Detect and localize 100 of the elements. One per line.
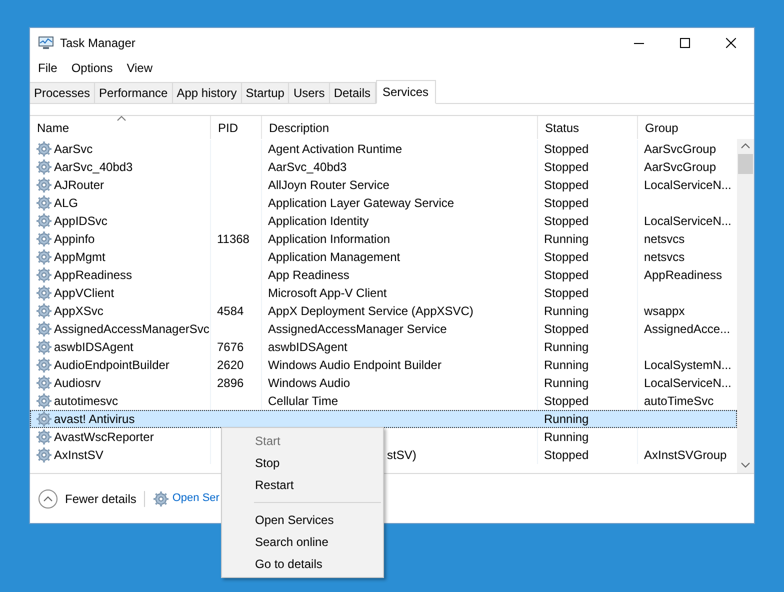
table-row[interactable]: AJRouter AllJoyn Router Service Stopped LocalServiceN... bbox=[30, 176, 737, 194]
table-row[interactable]: AppReadiness App Readiness Stopped AppReadiness bbox=[30, 266, 737, 284]
table-cell-text: ALG bbox=[54, 195, 78, 212]
gear-icon bbox=[36, 321, 52, 337]
table-cell-text: 4584 bbox=[217, 303, 244, 320]
menu-item[interactable]: Restart bbox=[222, 474, 383, 496]
table-row[interactable]: AppVClient Microsoft App-V Client Stopped bbox=[30, 284, 737, 302]
window-title: Task Manager bbox=[60, 34, 136, 52]
table-cell-text: Running bbox=[544, 339, 589, 356]
tab[interactable]: App history bbox=[172, 82, 242, 103]
scrollbar[interactable] bbox=[737, 139, 754, 473]
table-row[interactable]: AarSvc Agent Activation Runtime Stopped AarSvcGroup bbox=[30, 140, 737, 158]
column-header[interactable]: PID bbox=[218, 118, 238, 136]
table-cell-text: autoTimeSvc bbox=[644, 393, 714, 410]
table-cell-text: AssignedAccessManager Service bbox=[268, 321, 447, 338]
menu-item[interactable]: Options bbox=[64, 58, 120, 76]
menu-item[interactable]: View bbox=[120, 58, 160, 76]
table-cell-text: AppMgmt bbox=[54, 249, 106, 266]
table-cell-text: 2620 bbox=[217, 357, 244, 374]
table-row[interactable]: AarSvc_40bd3 AarSvc_40bd3 Stopped AarSvcGroup bbox=[30, 158, 737, 176]
scroll-down-icon[interactable] bbox=[741, 462, 750, 468]
table-cell-text: avast! Antivirus bbox=[54, 411, 135, 428]
gear-icon bbox=[36, 267, 52, 283]
table-row[interactable]: aswbIDSAgent 7676 aswbIDSAgent Running bbox=[30, 338, 737, 356]
table-cell-text: Stopped bbox=[544, 267, 589, 284]
table-cell-text: Running bbox=[544, 231, 589, 248]
table-cell-text: Stopped bbox=[544, 159, 589, 176]
table-cell-text: AarSvc bbox=[54, 141, 93, 158]
menu-item[interactable]: Open Services bbox=[222, 509, 383, 531]
gear-icon bbox=[36, 249, 52, 265]
menu-item[interactable]: Stop bbox=[222, 452, 383, 474]
table-cell-text: AudioEndpointBuilder bbox=[54, 357, 170, 374]
table-cell-text: AppReadiness bbox=[644, 267, 722, 284]
tab[interactable]: Users bbox=[289, 82, 330, 103]
menu-item[interactable]: Go to details bbox=[222, 553, 383, 575]
tab[interactable]: Details bbox=[330, 82, 376, 103]
table-cell-text: AvastWscReporter bbox=[54, 429, 154, 446]
gear-icon bbox=[36, 177, 52, 193]
table-cell-text: Stopped bbox=[544, 285, 589, 302]
gear-icon bbox=[36, 303, 52, 319]
tab[interactable]: Services bbox=[376, 80, 436, 104]
menu-item[interactable]: Search online bbox=[222, 531, 383, 553]
table-cell-text: AssignedAcce... bbox=[644, 321, 730, 338]
column-header[interactable]: Name bbox=[37, 118, 70, 136]
table-row[interactable]: AppIDSvc Application Identity Stopped LocalServiceN... bbox=[30, 212, 737, 230]
table-row[interactable]: AudioEndpointBuilder 2620 Windows Audio Endpoint Builder Running LocalSystemN... bbox=[30, 356, 737, 374]
table-row[interactable]: ALG Application Layer Gateway Service Stopped bbox=[30, 194, 737, 212]
table-cell-text: Stopped bbox=[544, 141, 589, 158]
table-cell-text: AarSvc_40bd3 bbox=[54, 159, 133, 176]
table-cell-text: AJRouter bbox=[54, 177, 104, 194]
table-cell-text: Stopped bbox=[544, 213, 589, 230]
gear-icon bbox=[36, 339, 52, 355]
table-cell-text: Application Information bbox=[268, 231, 390, 248]
column-header[interactable]: Description bbox=[269, 118, 330, 136]
table-row[interactable]: AppMgmt Application Management Stopped netsvcs bbox=[30, 248, 737, 266]
table-row[interactable]: Appinfo 11368 Application Information Running netsvcs bbox=[30, 230, 737, 248]
table-cell-text: Appinfo bbox=[54, 231, 95, 248]
column-header[interactable]: Group bbox=[645, 118, 678, 136]
tab[interactable]: Processes bbox=[30, 82, 96, 103]
open-services-link[interactable]: Open Ser bbox=[172, 490, 220, 507]
table-cell-text: Cellular Time bbox=[268, 393, 338, 410]
table-cell-text: AppXSvc bbox=[54, 303, 104, 320]
gear-icon bbox=[36, 429, 52, 445]
table-cell-text: Running bbox=[544, 303, 589, 320]
gear-icon bbox=[36, 357, 52, 373]
table-cell-text: Windows Audio Endpoint Builder bbox=[268, 357, 442, 374]
gear-icon bbox=[36, 393, 52, 409]
table-cell-text: AppVClient bbox=[54, 285, 114, 302]
table-row[interactable]: AppXSvc 4584 AppX Deployment Service (AppXSVC) Running wsappx bbox=[30, 302, 737, 320]
gear-icon bbox=[36, 195, 52, 211]
menu-item[interactable]: File bbox=[31, 58, 64, 76]
table-cell-text: AxInstSV bbox=[54, 447, 104, 464]
gear-icon bbox=[36, 411, 52, 427]
table-cell-text: Application Identity bbox=[268, 213, 369, 230]
table-cell-text: AppReadiness bbox=[54, 267, 132, 284]
maximize-icon bbox=[680, 38, 690, 48]
table-cell-text: LocalServiceN... bbox=[644, 177, 732, 194]
table-cell-text: Stopped bbox=[544, 195, 589, 212]
table-cell-text: Running bbox=[544, 429, 589, 446]
gear-icon bbox=[153, 490, 170, 506]
table-cell-text: 11368 bbox=[217, 231, 250, 248]
table-cell-text: aswbIDSAgent bbox=[54, 339, 134, 356]
scroll-thumb[interactable] bbox=[738, 154, 753, 174]
collapse-icon[interactable] bbox=[38, 488, 58, 508]
table-cell-text: Microsoft App-V Client bbox=[268, 285, 387, 302]
tab[interactable]: Startup bbox=[242, 82, 290, 103]
table-cell-text: AarSvcGroup bbox=[644, 141, 716, 158]
table-row[interactable]: Audiosrv 2896 Windows Audio Running LocalServiceN... bbox=[30, 374, 737, 392]
tab[interactable]: Performance bbox=[95, 82, 173, 103]
fewer-details-button[interactable]: Fewer details bbox=[65, 490, 136, 508]
close-icon bbox=[726, 38, 736, 48]
table-row[interactable]: avast! Antivirus Running bbox=[30, 410, 737, 428]
table-row[interactable]: AssignedAccessManagerSvc AssignedAccessManager Service Stopped AssignedAcce... bbox=[30, 320, 737, 338]
table-cell-text: AppIDSvc bbox=[54, 213, 108, 230]
column-header[interactable]: Status bbox=[545, 118, 580, 136]
scroll-up-icon[interactable] bbox=[741, 143, 750, 149]
table-cell-text: AppX Deployment Service (AppXSVC) bbox=[268, 303, 474, 320]
table-cell-text: netsvcs bbox=[644, 249, 685, 266]
gear-icon bbox=[36, 375, 52, 391]
table-cell-text: App Readiness bbox=[268, 267, 350, 284]
